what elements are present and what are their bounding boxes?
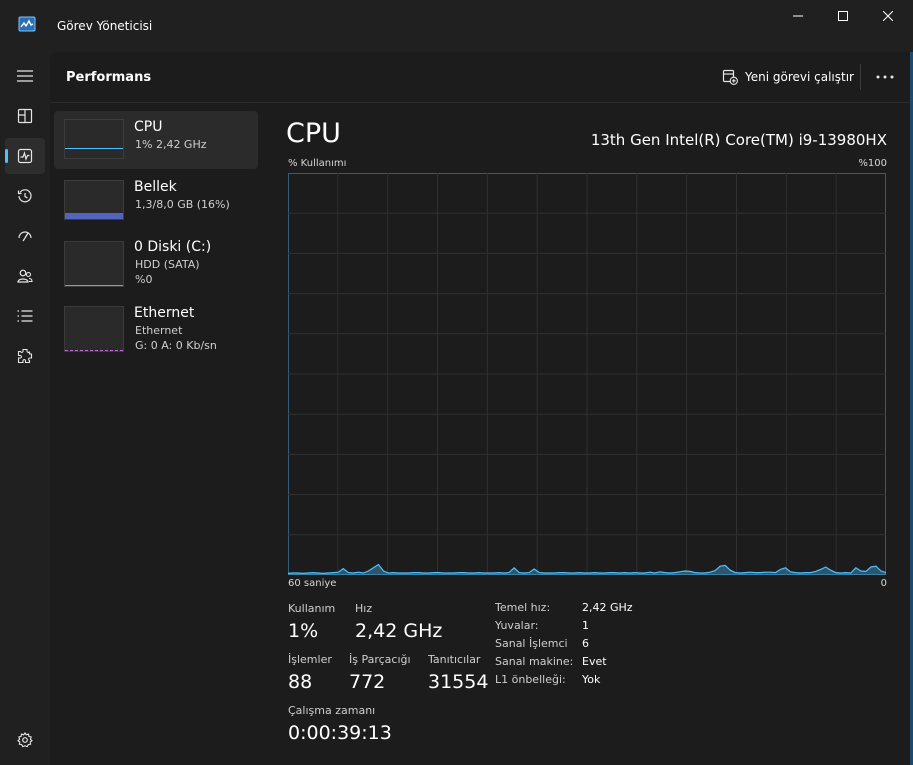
graph-time-end-label: 0 [880,578,887,589]
resource-item-disk[interactable]: 0 Diski (C:) HDD (SATA) %0 [54,233,258,291]
resource-item-memory[interactable]: Bellek 1,3/8,0 GB (16%) [54,172,258,230]
handles-label: Tanıtıcılar [428,653,481,666]
performance-icon [17,148,33,164]
minimize-icon [793,15,803,17]
nav-details[interactable] [5,298,45,334]
services-icon [17,348,33,364]
app-history-icon [17,189,32,203]
hamburger-icon [17,70,33,82]
usage-value: 1% [288,620,319,642]
spec-key: L1 önbelleği: [495,673,566,686]
spec-value: Evet [582,655,607,668]
spec-value: 1 [582,619,589,632]
nav-users[interactable] [5,258,45,294]
minimize-button[interactable] [775,0,821,32]
resource-detail: Ethernet [135,324,183,337]
page-title: Performans [66,70,152,85]
nav-performance[interactable] [5,138,45,174]
graph-y-label: % Kullanımı [288,158,347,169]
graph-time-span-label: 60 saniye [288,578,337,589]
resource-name: Bellek [134,179,177,195]
speed-label: Hız [355,602,373,615]
new-task-label: Yeni görevi çalıştır [745,70,854,84]
settings-icon [17,732,33,748]
processes-value: 88 [288,671,313,693]
spec-key: Sanal makine: [495,655,574,668]
processes-icon [17,108,33,124]
resource-name: 0 Diski (C:) [134,239,212,255]
close-icon [883,11,893,21]
nav-settings[interactable] [5,722,45,758]
more-icon [876,75,894,79]
spec-key: Temel hız: [495,601,551,614]
main-content: Performans Yeni görevi çalıştır CPU 1% 2… [50,52,910,765]
startup-apps-icon [18,231,32,242]
resource-throughput: G: 0 A: 0 Kb/sn [135,339,217,352]
app-title: Görev Yöneticisi [57,19,153,33]
users-icon [17,269,33,283]
resource-name: Ethernet [134,305,195,321]
memory-thumbnail-graph [64,180,124,220]
details-icon [17,310,33,322]
nav-services[interactable] [5,338,45,374]
resource-usage: %0 [135,273,153,286]
detail-title: CPU [286,118,341,149]
resource-detail: HDD (SATA) [135,258,200,271]
new-task-button[interactable]: Yeni görevi çalıştır [722,66,854,88]
uptime-value: 0:00:39:13 [288,722,392,744]
spec-key: Yuvalar: [495,619,539,632]
task-manager-app-icon [18,16,36,32]
ethernet-thumbnail-graph [64,306,124,352]
disk-thumbnail-graph [64,241,124,287]
resource-item-cpu[interactable]: CPU 1% 2,42 GHz [54,111,258,169]
cpu-thumbnail-graph [64,119,124,159]
nav-menu-button[interactable] [5,58,45,94]
spec-value: 2,42 GHz [582,601,633,614]
resource-item-ethernet[interactable]: Ethernet Ethernet G: 0 A: 0 Kb/sn [54,300,258,358]
maximize-icon [838,11,848,21]
toolbar-separator [860,64,861,90]
more-options-button[interactable] [872,64,898,90]
spec-key: Sanal İşlemci [495,637,568,650]
cpu-model: 13th Gen Intel(R) Core(TM) i9-13980HX [590,131,887,149]
processes-label: İşlemler [288,653,332,666]
threads-label: İş Parçacığı [349,653,411,666]
handles-value: 31554 [428,671,489,693]
resource-detail: 1,3/8,0 GB (16%) [135,198,230,211]
nav-app-history[interactable] [5,178,45,214]
close-button[interactable] [865,0,911,32]
speed-value: 2,42 GHz [355,620,443,642]
spec-value: Yok [582,673,601,686]
threads-value: 772 [349,671,386,693]
nav-processes[interactable] [5,98,45,134]
spec-value: 6 [582,637,589,650]
maximize-button[interactable] [820,0,866,32]
uptime-label: Çalışma zamanı [288,704,376,717]
usage-label: Kullanım [288,602,336,615]
resource-name: CPU [134,119,163,135]
title-bar: Görev Yöneticisi [0,0,913,52]
toolbar: Performans Yeni görevi çalıştır [50,52,910,103]
graph-y-max-label: %100 [858,158,887,169]
cpu-usage-graph [288,173,886,575]
nav-startup-apps[interactable] [5,218,45,254]
resource-detail: 1% 2,42 GHz [135,138,207,151]
new-task-icon [722,69,738,85]
navigation-rail [0,52,50,765]
